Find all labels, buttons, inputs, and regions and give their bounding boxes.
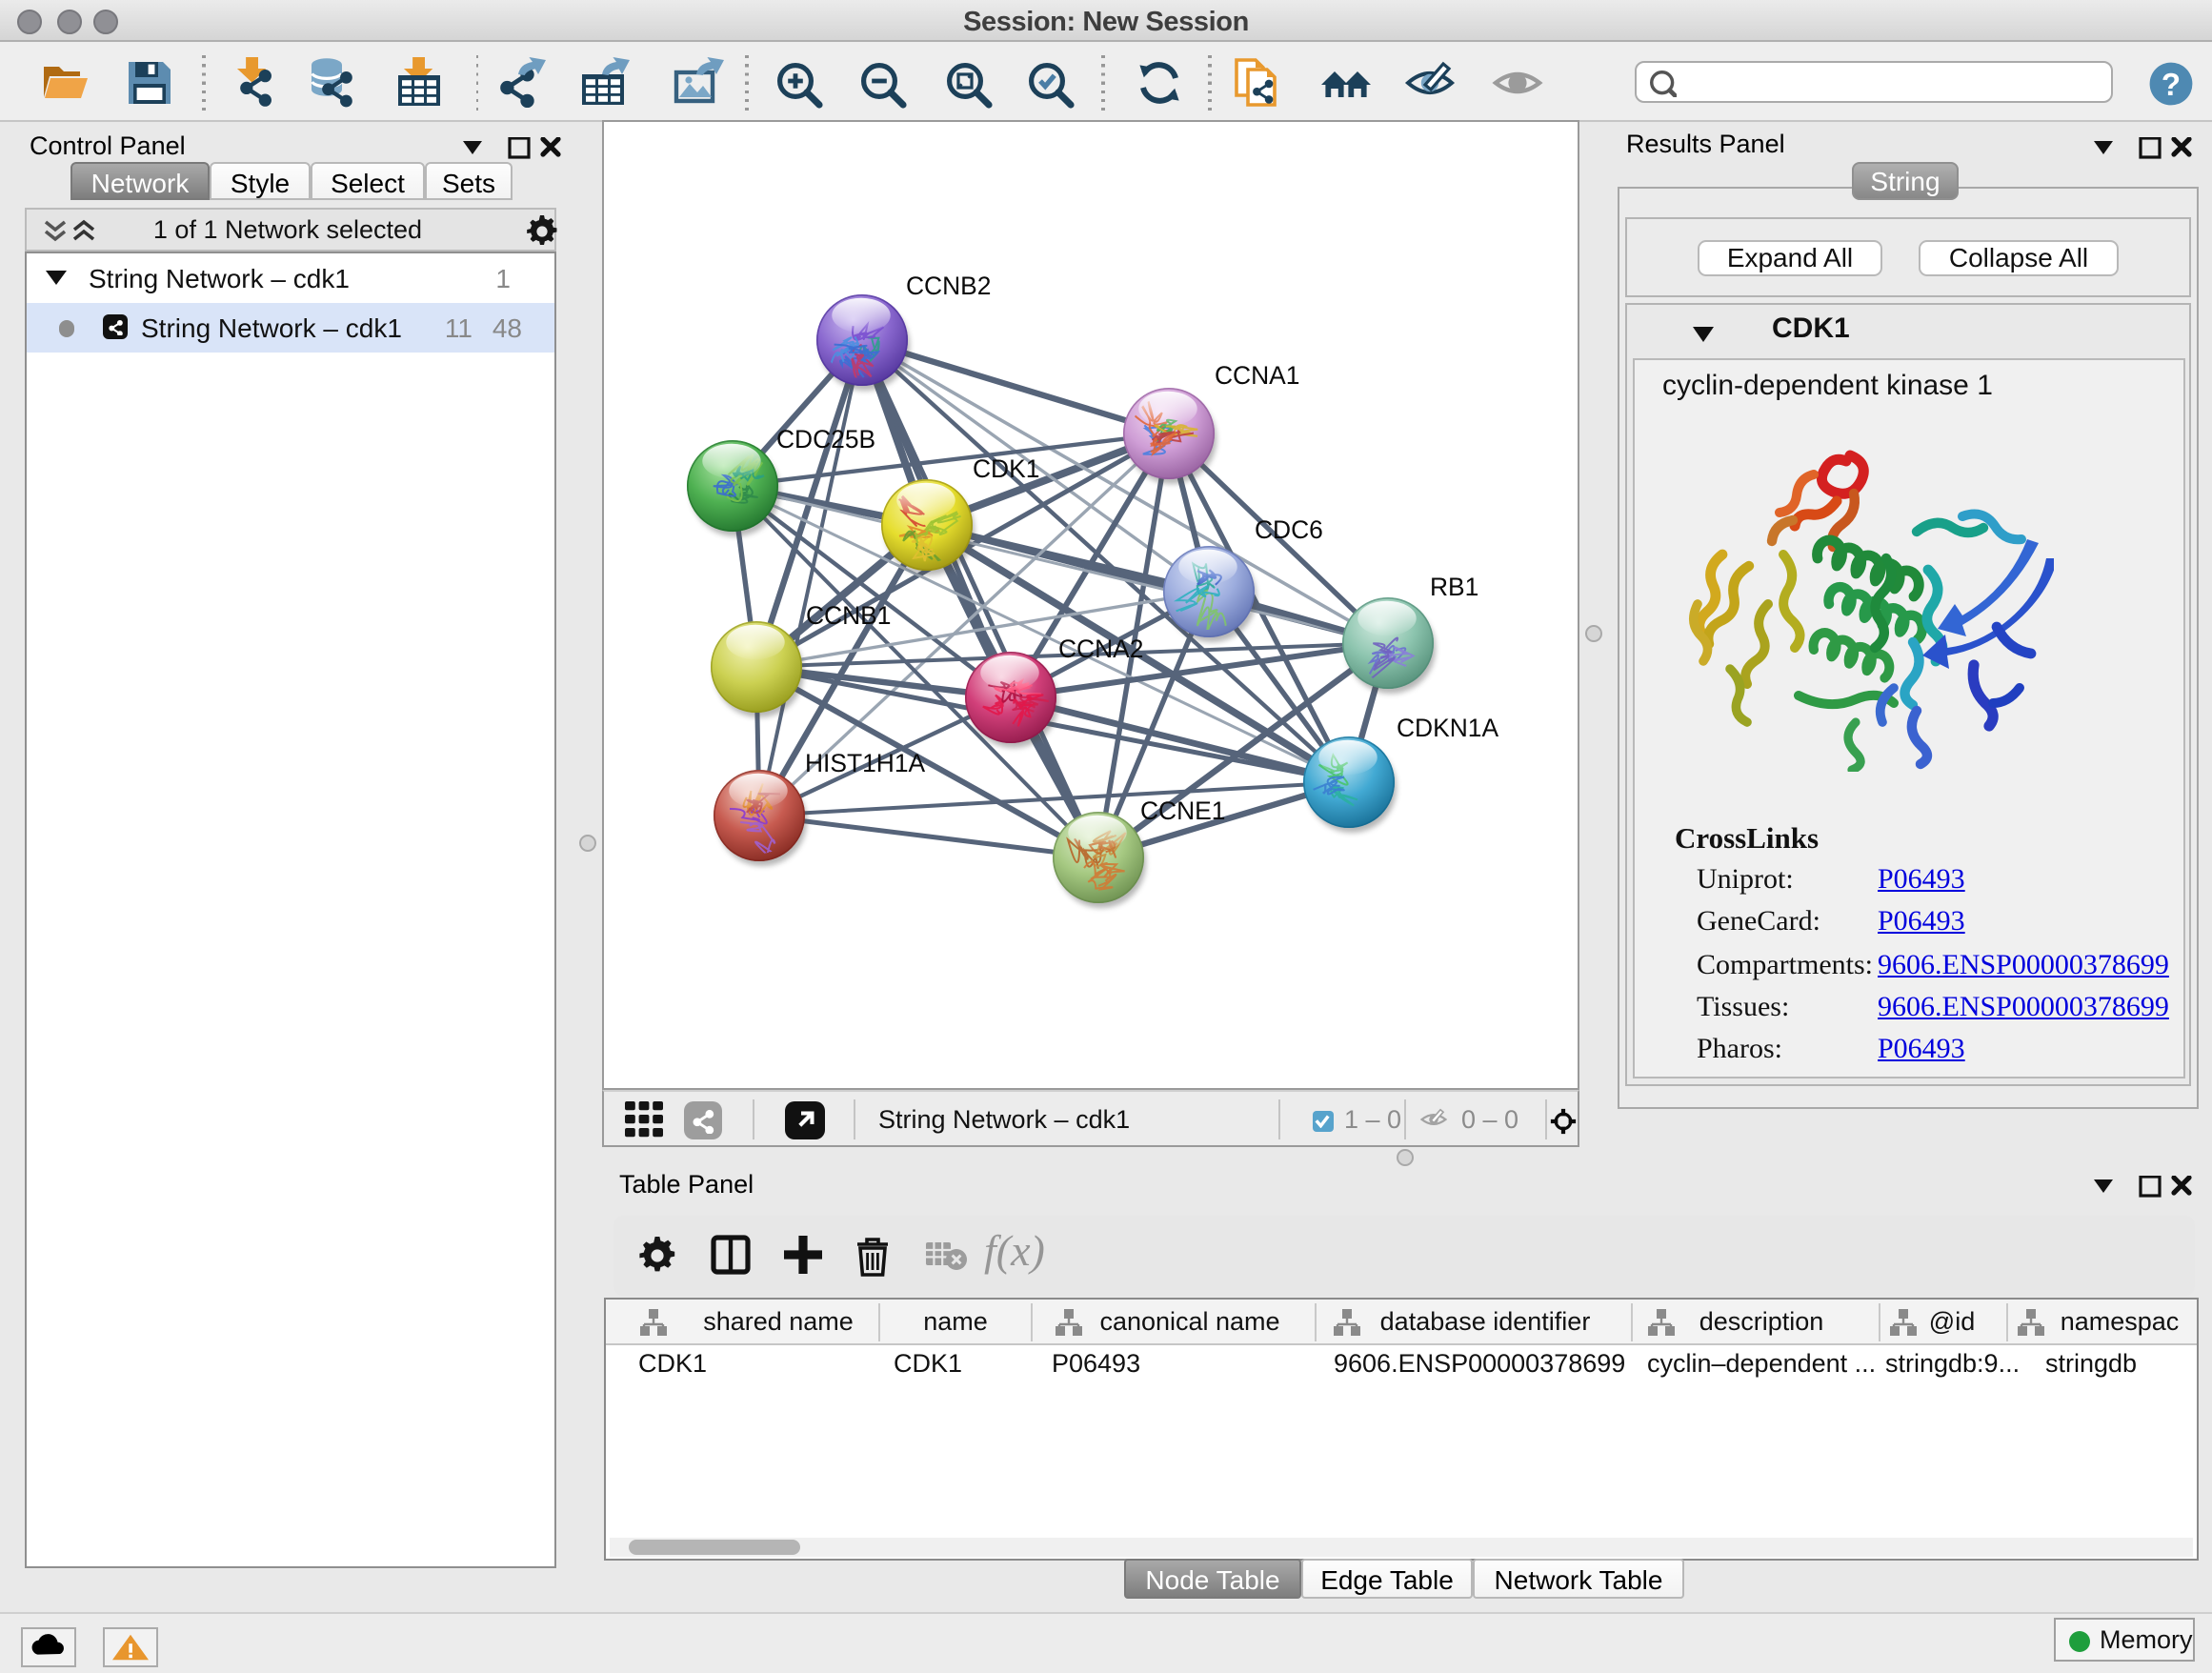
svg-text:CDK1: CDK1 xyxy=(972,454,1038,482)
svg-text:CCNB1: CCNB1 xyxy=(805,600,890,629)
svg-text:?: ? xyxy=(2161,66,2180,101)
svg-text:CDC25B: CDC25B xyxy=(775,424,875,453)
svg-text:RB1: RB1 xyxy=(1429,572,1478,600)
svg-text:CCNA2: CCNA2 xyxy=(1057,634,1142,662)
svg-text:CCNB2: CCNB2 xyxy=(905,271,990,299)
svg-text:CDC6: CDC6 xyxy=(1254,514,1322,543)
svg-text:CCNA1: CCNA1 xyxy=(1214,360,1298,389)
svg-text:HIST1H1A: HIST1H1A xyxy=(804,748,925,776)
svg-text:CDKN1A: CDKN1A xyxy=(1396,713,1498,741)
svg-text:CCNE1: CCNE1 xyxy=(1139,796,1224,824)
